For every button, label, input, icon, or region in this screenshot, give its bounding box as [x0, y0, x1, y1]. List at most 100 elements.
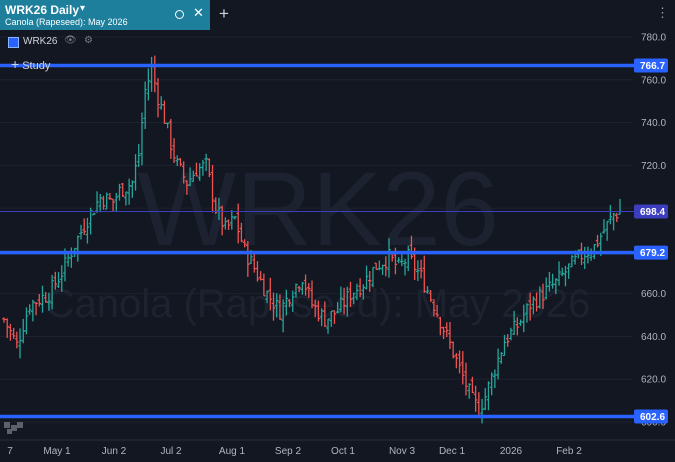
symbol-watermark: WRK26 Canola (Rapeseed): May 2026: [46, 151, 591, 326]
time-tick-label: Jul 2: [160, 446, 182, 457]
ohlc-bar: [483, 388, 488, 411]
time-tick-label: Oct 1: [331, 446, 355, 457]
close-icon[interactable]: ✕: [193, 6, 204, 19]
ohlc-bar: [467, 383, 472, 399]
ohlc-bar: [614, 212, 619, 223]
ohlc-bar: [486, 381, 491, 411]
ohlc-bar: [560, 267, 565, 277]
time-tick-label: Dec 1: [439, 446, 466, 457]
ohlc-bar: [499, 352, 504, 364]
add-tab-button[interactable]: +: [219, 5, 229, 22]
ohlc-bar: [98, 193, 103, 213]
ohlc-bar: [40, 285, 45, 313]
ohlc-bar: [85, 217, 90, 244]
level-price-badge-label: 766.7: [640, 61, 665, 72]
price-tick-label: 620.0: [641, 375, 666, 386]
ohlc-bar: [496, 348, 500, 380]
level-price-badge-label: 602.6: [640, 412, 665, 423]
ohlc-bar: [489, 372, 494, 396]
time-tick-label: Feb 2: [556, 446, 582, 457]
tab-subtitle: Canola (Rapeseed): May 2026: [5, 17, 128, 27]
chevron-down-icon[interactable]: ▾: [80, 3, 85, 14]
ohlc-bar: [27, 304, 32, 315]
ohlc-bar: [454, 352, 459, 369]
time-tick-label: Jun 2: [102, 446, 127, 457]
tab-title: WRK26 Daily: [5, 3, 80, 17]
ohlc-bar: [108, 192, 112, 200]
time-axis[interactable]: 7 May 1 Jun 2 Jul 2 Aug 1 Sep 2 Oct 1 Nov 3 Dec …: [0, 439, 675, 457]
ohlc-bar: [143, 81, 147, 130]
watermark-symbol: WRK26: [137, 151, 499, 268]
ohlc-bar: [117, 183, 122, 201]
ohlc-bar: [457, 350, 462, 374]
gear-icon[interactable]: ⚙: [84, 35, 93, 46]
ohlc-bar: [509, 327, 513, 341]
ohlc-bar: [8, 323, 13, 341]
ohlc-bar: [37, 294, 42, 307]
ohlc-bar: [502, 334, 507, 357]
series-color-swatch[interactable]: [8, 37, 19, 48]
ohlc-bar: [34, 302, 38, 316]
ohlc-bar: [66, 253, 70, 267]
ohlc-bar: [31, 299, 35, 322]
ohlc-bar: [162, 100, 167, 125]
ohlc-bar: [258, 271, 263, 281]
price-tick-label: 660.0: [641, 289, 666, 300]
ohlc-bar: [477, 392, 481, 418]
price-tick-label: 640.0: [641, 332, 666, 343]
ohlc-bar: [92, 212, 96, 216]
ohlc-bar: [114, 192, 119, 212]
tradingview-logo-icon: [4, 422, 23, 434]
ohlc-bar: [5, 318, 10, 339]
ohlc-bar: [130, 180, 135, 198]
plus-icon: +: [11, 56, 20, 72]
time-tick-label: Sep 2: [275, 446, 302, 457]
ohlc-bar: [95, 191, 99, 213]
price-chart[interactable]: WRK26 Canola (Rapeseed): May 2026 600.06…: [0, 0, 675, 462]
ohlc-bar: [146, 68, 151, 101]
ohlc-bar: [473, 385, 478, 412]
time-tick-label: Nov 3: [389, 446, 416, 457]
ohlc-bar: [152, 55, 157, 93]
ohlc-bar: [21, 318, 26, 344]
ohlc-bar: [104, 192, 109, 210]
chart-tab[interactable]: WRK26 Daily ▾ Canola (Rapeseed): May 202…: [0, 0, 210, 30]
ohlc-bar: [156, 78, 160, 118]
time-tick-label: 7: [7, 446, 13, 457]
level-price-badge-label: 679.2: [640, 248, 665, 259]
time-tick-label: 2026: [500, 446, 523, 457]
ohlc-bar: [448, 321, 452, 350]
ohlc-bar: [124, 191, 128, 206]
add-study-button[interactable]: + Study: [11, 56, 50, 72]
ohlc-bar: [589, 248, 593, 261]
ohlc-bar: [451, 341, 455, 359]
ohlc-bar: [595, 234, 600, 248]
last-price-badge-label: 698.4: [640, 207, 665, 218]
ohlc-bar: [2, 317, 6, 323]
ohlc-bar: [586, 246, 590, 264]
series-legend-label: WRK26: [23, 36, 58, 47]
ohlc-bar: [149, 56, 154, 92]
price-tick-label: 740.0: [641, 118, 666, 129]
ohlc-bar: [127, 178, 131, 205]
ohlc-bar: [611, 212, 616, 231]
time-tick-label: Aug 1: [219, 446, 246, 457]
circle-icon[interactable]: [175, 10, 184, 19]
time-tick-label: May 1: [43, 446, 71, 457]
ohlc-bar: [24, 307, 29, 335]
ohlc-bar: [11, 327, 16, 339]
ohlc-bar: [18, 328, 22, 359]
ohlc-bar: [79, 224, 83, 240]
price-axis[interactable]: 600.0620.0640.0660.0680.0700.0720.0740.0…: [634, 30, 675, 440]
price-tick-label: 780.0: [641, 33, 666, 44]
more-vert-icon[interactable]: ⋮: [656, 6, 669, 19]
ohlc-bar: [480, 398, 484, 424]
ohlc-bar: [441, 326, 446, 340]
eye-icon[interactable]: 👁: [64, 35, 77, 46]
ohlc-bar: [618, 198, 622, 215]
price-tick-label: 720.0: [641, 161, 666, 172]
ohlc-bar: [120, 182, 125, 197]
ohlc-bar: [566, 263, 571, 279]
ohlc-bar: [111, 198, 115, 212]
ohlc-bar: [570, 255, 574, 268]
